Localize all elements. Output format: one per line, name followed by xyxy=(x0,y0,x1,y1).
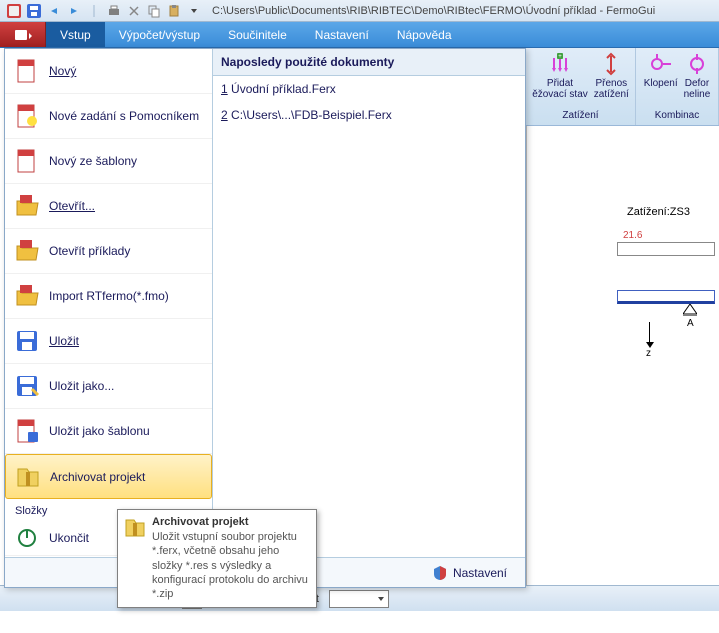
menubar: Vstup Výpočet/výstup Součinitele Nastave… xyxy=(0,22,719,48)
file-menu-column: Nový Nové zadání s Pomocníkem Nový ze ša… xyxy=(5,49,213,557)
menu-archive-label: Archivovat projekt xyxy=(50,470,145,484)
tooltip-title: Archivovat projekt xyxy=(152,516,308,528)
qat-separator-icon xyxy=(85,2,103,20)
doc-icon xyxy=(13,57,41,85)
doc-icon xyxy=(13,417,41,445)
menu-napoveda[interactable]: Nápověda xyxy=(383,22,466,47)
titlebar: C:\Users\Public\Documents\RIB\RIBTEC\Dem… xyxy=(0,0,719,22)
support-label: A xyxy=(687,318,694,329)
qat-app-icon[interactable] xyxy=(5,2,23,20)
ribbon-add-load-button[interactable]: + Přidat ěžovací stav xyxy=(532,52,588,100)
window-title: C:\Users\Public\Documents\RIB\RIBTEC\Dem… xyxy=(212,5,655,17)
shield-icon xyxy=(432,565,448,581)
save-icon xyxy=(13,372,41,400)
doc-icon xyxy=(13,102,41,130)
menu-vypocet[interactable]: Výpočet/výstup xyxy=(105,22,214,47)
paste-icon[interactable] xyxy=(165,2,183,20)
recent-documents: Naposledy použité dokumenty 1 Úvodní pří… xyxy=(213,49,525,557)
tooltip-body: Uložit vstupní soubor projektu *.ferx, v… xyxy=(152,530,308,601)
menu-save-label: Uložit xyxy=(49,334,79,348)
copy-icon[interactable] xyxy=(145,2,163,20)
menu-exit-label: Ukončit xyxy=(49,531,89,545)
save-icon[interactable] xyxy=(25,2,43,20)
folder-open-icon xyxy=(13,282,41,310)
menu-new[interactable]: Nový xyxy=(5,49,212,94)
canvas-dimension: 21.6 xyxy=(623,230,642,241)
print-icon[interactable] xyxy=(105,2,123,20)
exit-icon xyxy=(13,524,41,552)
folder-open-icon xyxy=(13,192,41,220)
menu-new-template-label: Nový ze šablony xyxy=(49,154,137,168)
archive-icon xyxy=(124,516,146,538)
menu-new-wizard-label: Nové zadání s Pomocníkem xyxy=(49,109,199,123)
ribbon-transfer-label: Přenos zatížení xyxy=(594,78,629,100)
ribbon-transfer-button[interactable]: Přenos zatížení xyxy=(594,52,629,100)
menu-soucinitele[interactable]: Součinitele xyxy=(214,22,301,47)
ribbon-deform-button[interactable]: Defor neline xyxy=(684,52,711,100)
menu-nastaveni[interactable]: Nastavení xyxy=(301,22,383,47)
transparency-combo[interactable] xyxy=(329,590,389,608)
menu-new-label: Nový xyxy=(49,64,76,78)
menu-save-as[interactable]: Uložit jako... xyxy=(5,364,212,409)
menu-open-examples-label: Otevřít příklady xyxy=(49,244,130,258)
qat-dropdown-icon[interactable] xyxy=(185,2,203,20)
file-menu-panel: Nový Nové zadání s Pomocníkem Nový ze ša… xyxy=(4,48,526,588)
recent-header: Naposledy použité dokumenty xyxy=(213,49,525,76)
statusbar: Průhlednost xyxy=(0,585,719,611)
ribbon-group-kombinac: Kombinac xyxy=(655,108,699,123)
menu-import-label: Import RTfermo(*.fmo) xyxy=(49,289,169,303)
menu-open-label: Otevřít... xyxy=(49,199,95,213)
menu-save-template-label: Uložit jako šablonu xyxy=(49,424,150,438)
axis-arrow xyxy=(649,322,650,344)
undo-icon[interactable] xyxy=(45,2,63,20)
menu-open[interactable]: Otevřít... xyxy=(5,184,212,229)
ribbon: + Přidat ěžovací stav Přenos zatížení Za… xyxy=(526,48,719,126)
menu-open-examples[interactable]: Otevřít příklady xyxy=(5,229,212,274)
ribbon-klopeni-button[interactable]: Klopení xyxy=(644,52,678,100)
ribbon-add-load-label: Přidat ěžovací stav xyxy=(532,78,588,100)
folder-open-icon xyxy=(13,237,41,265)
ribbon-klopeni-label: Klopení xyxy=(644,78,678,89)
menu-import[interactable]: Import RTfermo(*.fmo) xyxy=(5,274,212,319)
archive-icon xyxy=(14,463,42,491)
beam-element xyxy=(617,290,715,304)
cut-icon[interactable] xyxy=(125,2,143,20)
redo-icon[interactable] xyxy=(65,2,83,20)
menu-new-wizard[interactable]: Nové zadání s Pomocníkem xyxy=(5,94,212,139)
save-icon xyxy=(13,327,41,355)
footer-settings-button[interactable]: Nastavení xyxy=(424,562,515,584)
menu-save-template[interactable]: Uložit jako šablonu xyxy=(5,409,212,454)
menu-vstup[interactable]: Vstup xyxy=(46,22,105,47)
ribbon-group-zatizeni: Zatížení xyxy=(562,108,598,123)
svg-text:+: + xyxy=(558,54,562,60)
menu-save-as-label: Uložit jako... xyxy=(49,379,114,393)
file-menu-button[interactable] xyxy=(0,22,46,47)
footer-settings-label: Nastavení xyxy=(453,566,507,580)
menu-save[interactable]: Uložit xyxy=(5,319,212,364)
canvas-load-label: Zatížení:ZS3 xyxy=(627,206,690,218)
tooltip: Archivovat projekt Uložit vstupní soubor… xyxy=(117,509,317,608)
recent-item-2[interactable]: 2 C:\Users\...\FDB-Beispiel.Ferx xyxy=(213,102,525,128)
menu-archive[interactable]: Archivovat projekt xyxy=(5,454,212,499)
menu-new-template[interactable]: Nový ze šablony xyxy=(5,139,212,184)
recent-item-1[interactable]: 1 Úvodní příklad.Ferx xyxy=(213,76,525,102)
axis-label: z xyxy=(646,348,651,359)
doc-icon xyxy=(13,147,41,175)
ribbon-deform-label: Defor neline xyxy=(684,78,711,100)
canvas: Zatížení:ZS3 21.6 A z xyxy=(526,126,719,585)
